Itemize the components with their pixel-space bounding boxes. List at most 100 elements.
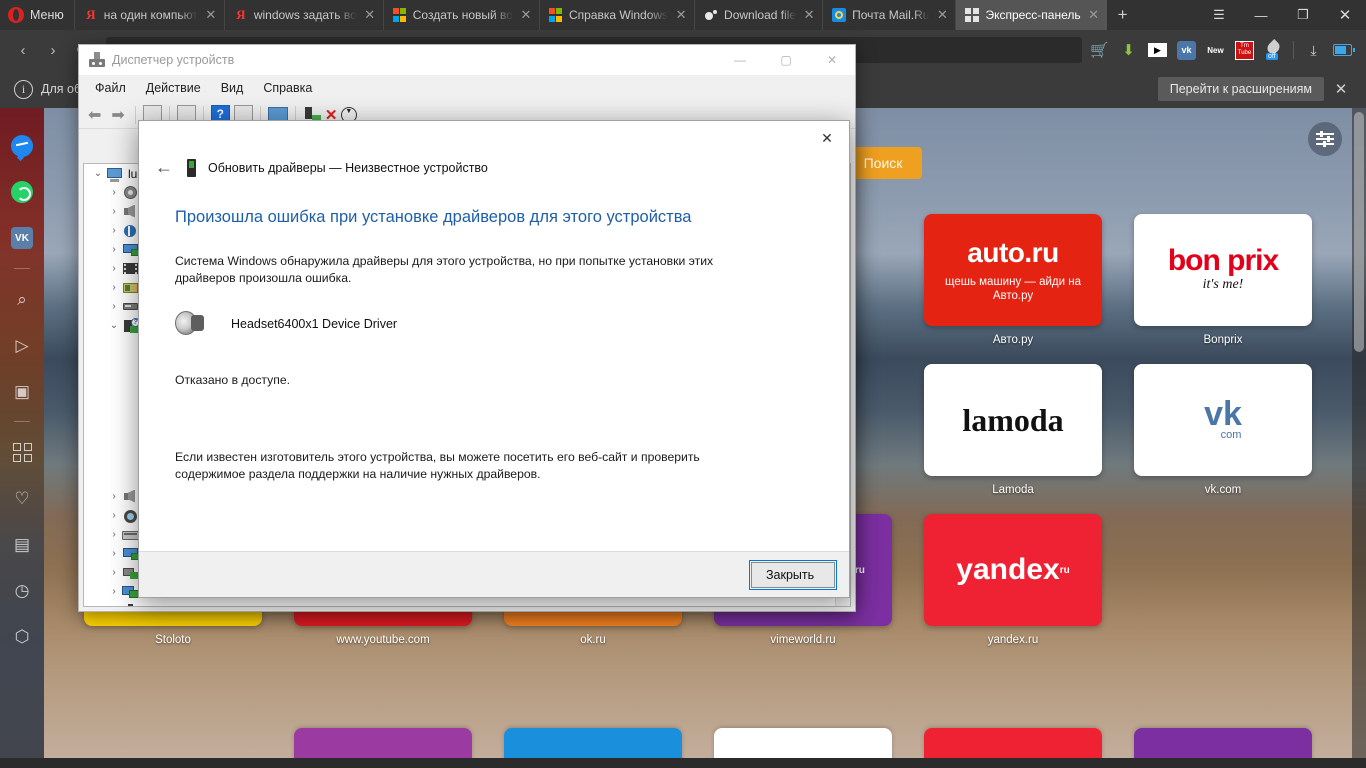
- chevron-right-icon[interactable]: ›: [106, 529, 122, 540]
- chevron-right-icon[interactable]: ›: [106, 301, 122, 312]
- sidebar-item-telegram[interactable]: ▷: [0, 323, 44, 367]
- sidebar-item-snapshot[interactable]: ▣: [0, 369, 44, 413]
- dialog-header: ← Обновить драйверы — Неизвестное устрой…: [139, 155, 849, 178]
- menu-item-help[interactable]: Справка: [253, 78, 322, 98]
- page-scrollbar[interactable]: [1352, 108, 1366, 768]
- vk-icon[interactable]: vk: [1177, 40, 1196, 60]
- chevron-right-icon[interactable]: ›: [106, 244, 122, 255]
- go-to-extensions-button[interactable]: Перейти к расширениям: [1157, 77, 1324, 101]
- sidebar-item-search[interactable]: ⌕: [0, 277, 44, 321]
- chevron-right-icon[interactable]: ›: [106, 263, 122, 274]
- camera-snapshot-icon: ▣: [13, 381, 31, 401]
- sidebar-item-favorites[interactable]: ♡: [0, 476, 44, 520]
- tab-close-icon[interactable]: ✕: [519, 7, 533, 23]
- chevron-right-icon[interactable]: ›: [106, 567, 122, 578]
- sidebar-item-history[interactable]: ◷: [0, 568, 44, 612]
- tile-label: Stoloto: [155, 634, 191, 646]
- chevron-right-icon[interactable]: ›: [106, 187, 122, 198]
- speed-dial-settings-button[interactable]: [1308, 122, 1342, 156]
- dialog-body: Произошла ошибка при установке драйверов…: [139, 178, 849, 551]
- tab-close-icon[interactable]: ✕: [674, 7, 688, 23]
- tile-label: ok.ru: [580, 634, 606, 646]
- sidebar-item-extensions[interactable]: ⬡: [0, 614, 44, 658]
- messenger-icon: [11, 135, 33, 157]
- tile-thumbnail: vk com: [1134, 364, 1312, 476]
- tab-title: Справка Windows: [568, 8, 669, 22]
- back-arrow-icon[interactable]: ⬅: [85, 105, 104, 125]
- chevron-right-icon[interactable]: ›: [106, 548, 122, 559]
- sidebar-item-news[interactable]: ▤: [0, 522, 44, 566]
- dial-tile-bonprix[interactable]: bon prix it's me! Bonprix: [1134, 214, 1312, 346]
- back-arrow-icon[interactable]: ←: [153, 157, 175, 178]
- news-icon: ▤: [13, 534, 31, 554]
- dm-close-button[interactable]: ✕: [809, 45, 855, 75]
- tab-list-icon[interactable]: ☰: [1198, 0, 1240, 30]
- tab-close-icon[interactable]: ✕: [204, 7, 218, 23]
- minimize-button[interactable]: —: [1240, 0, 1282, 30]
- driver-entry: Headset6400x1 Device Driver: [175, 309, 813, 339]
- browser-tab-5[interactable]: Почта Mail.Ru ✕: [823, 0, 957, 30]
- tile-label: yandex.ru: [987, 634, 1039, 646]
- tile-label: Lamoda: [992, 484, 1034, 496]
- sidebar-item-whatsapp[interactable]: [0, 170, 44, 214]
- notification-close-icon[interactable]: ✕: [1324, 80, 1358, 98]
- sidebar-divider: [14, 421, 30, 422]
- dm-minimize-button[interactable]: —: [717, 45, 763, 75]
- tab-close-icon[interactable]: ✕: [1087, 7, 1101, 23]
- dial-tile-autoru[interactable]: auto.ru щешь машину — айди на Авто.ру Ав…: [924, 214, 1102, 346]
- sidebar-item-messenger[interactable]: [0, 124, 44, 168]
- back-icon[interactable]: ‹: [8, 35, 38, 65]
- adblock-off-icon[interactable]: off: [1264, 38, 1283, 60]
- new-tab-button[interactable]: +: [1107, 0, 1139, 30]
- savefrom-new-icon[interactable]: New: [1206, 41, 1225, 60]
- chevron-right-icon[interactable]: ›: [106, 491, 122, 502]
- video-play-icon[interactable]: ▶: [1148, 43, 1167, 57]
- forward-arrow-icon[interactable]: ➡: [108, 105, 127, 125]
- dm-maximize-button[interactable]: ▢: [763, 45, 809, 75]
- tab-title: на один компьют: [103, 8, 198, 22]
- chevron-right-icon[interactable]: ›: [106, 282, 122, 293]
- chevron-right-icon[interactable]: ›: [106, 586, 122, 597]
- tab-close-icon[interactable]: ✕: [802, 7, 816, 23]
- forward-icon[interactable]: ›: [38, 35, 68, 65]
- chevron-right-icon[interactable]: ›: [106, 206, 122, 217]
- tree-row[interactable]: ›: [84, 601, 850, 606]
- downloads-icon[interactable]: ⤓: [1304, 41, 1323, 60]
- browser-tab-0[interactable]: Я на один компьют ✕: [75, 0, 225, 30]
- browser-tab-6-active[interactable]: Экспресс-панель ✕: [956, 0, 1107, 30]
- browser-tab-2[interactable]: Создать новый во ✕: [384, 0, 540, 30]
- menu-item-file[interactable]: Файл: [85, 78, 136, 98]
- chevron-right-icon[interactable]: ›: [106, 225, 122, 236]
- sliders-settings-icon: [1316, 131, 1334, 147]
- browser-tab-1[interactable]: Я windows задать во ✕: [225, 0, 384, 30]
- tmtube-icon[interactable]: Tm Tube: [1235, 40, 1254, 60]
- dial-tile-lamoda[interactable]: lamoda Lamoda: [924, 364, 1102, 496]
- close-button[interactable]: ✕: [1324, 0, 1366, 30]
- sidebar-item-speeddial[interactable]: [0, 430, 44, 474]
- close-button[interactable]: Закрыть: [749, 559, 837, 590]
- opera-menu-button[interactable]: Меню: [0, 0, 75, 30]
- browser-tab-4[interactable]: Download file ✕: [695, 0, 824, 30]
- tab-close-icon[interactable]: ✕: [363, 7, 377, 23]
- dialog-close-button[interactable]: ✕: [805, 123, 849, 153]
- dial-tile-vk[interactable]: vk com vk.com: [1134, 364, 1312, 496]
- browser-tab-3[interactable]: Справка Windows ✕: [540, 0, 696, 30]
- dial-tile-yandex[interactable]: yandex ru yandex.ru: [924, 514, 1102, 646]
- chevron-down-icon[interactable]: ⌄: [106, 320, 122, 331]
- chevron-down-icon[interactable]: ⌄: [90, 168, 106, 179]
- menu-item-action[interactable]: Действие: [136, 78, 211, 98]
- chevron-right-icon[interactable]: ›: [106, 605, 122, 606]
- error-detail-text: Отказано в доступе.: [175, 373, 290, 387]
- chevron-right-icon[interactable]: ›: [106, 510, 122, 521]
- menu-item-view[interactable]: Вид: [211, 78, 254, 98]
- scrollbar-thumb[interactable]: [1354, 112, 1364, 352]
- device-manager-title: Диспетчер устройств: [112, 53, 235, 67]
- battery-saver-icon[interactable]: [1333, 41, 1355, 60]
- shopping-cart-icon[interactable]: 🛒: [1090, 41, 1109, 60]
- download-arrow-icon[interactable]: ⬇: [1119, 41, 1138, 60]
- sidebar-item-vk[interactable]: VK: [0, 216, 44, 260]
- tab-close-icon[interactable]: ✕: [935, 7, 949, 23]
- maximize-button[interactable]: ❐: [1282, 0, 1324, 30]
- dialog-footer: Закрыть: [139, 551, 849, 597]
- telegram-send-icon: ▷: [15, 335, 29, 355]
